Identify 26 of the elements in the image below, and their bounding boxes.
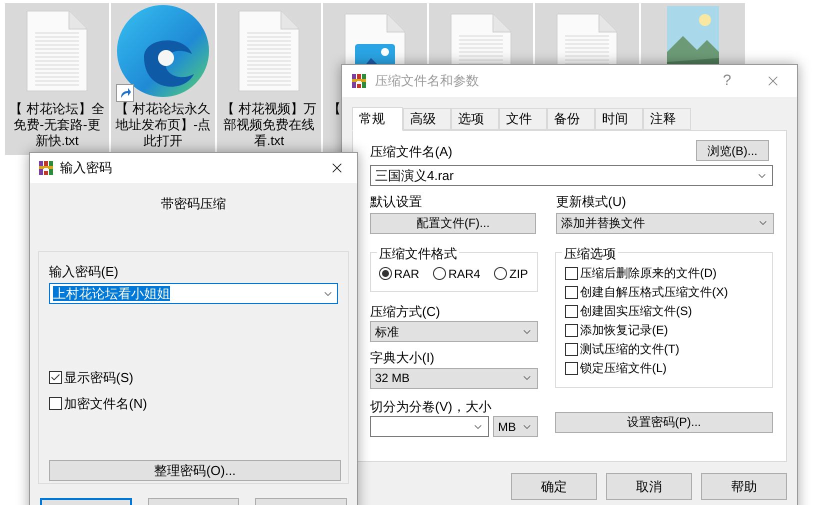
file-name: 【 村花论坛】全 免费-无套路-更 新快.txt (8, 101, 106, 149)
field-label: 压缩方式(C) (370, 302, 442, 321)
file-name: 【 村花论坛永久 地址发布页】-点 此打开 (114, 101, 212, 149)
file-name: 【 村花视频】万 部视频免费在线 看.txt (220, 101, 318, 149)
window-title: 输入密码 (60, 159, 113, 178)
radio-label: ZIP (509, 266, 528, 282)
checkbox-label: 创建固实压缩文件(S) (580, 303, 692, 320)
field-label: 字典大小(I) (370, 349, 436, 367)
field-label: 切分为分卷(V)，大小 (370, 398, 492, 416)
checkbox-label: 压缩后删除原来的文件(D) (580, 265, 717, 282)
dialog-heading: 带密码压缩 (160, 195, 227, 213)
file-name: 【 (328, 101, 341, 117)
checkbox-label: 显示密码(S) (64, 369, 134, 387)
field-label: 默认设置 (370, 193, 423, 211)
field-label: 压缩文件名(A) (370, 142, 452, 161)
radio-label: RAR (394, 266, 420, 282)
checkbox-label: 加密文件名(N) (64, 394, 148, 413)
radio-label: RAR4 (448, 266, 480, 282)
password-text: 上村花论坛看小姐姐 (53, 286, 170, 301)
field-label: 更新模式(U) (556, 193, 628, 211)
checkbox-label: 测试压缩的文件(T) (580, 341, 680, 358)
window-title: 压缩文件名和参数 (375, 72, 480, 90)
field-label: 输入密码(E) (49, 262, 120, 281)
checkbox-label: 创建自解压格式压缩文件(X) (580, 284, 728, 301)
checkbox-label: 锁定压缩文件(L) (580, 360, 667, 377)
checkbox-label: 添加恢复记录(E) (580, 322, 668, 339)
